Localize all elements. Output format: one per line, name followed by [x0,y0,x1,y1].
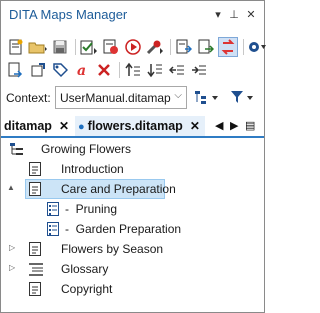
context-select[interactable]: UserManual.ditamap ⌵ [55,86,187,109]
title-bar: DITA Maps Manager ▾ ⊥ ✕ [1,1,264,28]
filter-icon[interactable] [229,87,257,107]
modified-indicator-icon: ● [78,121,85,133]
task-icon [47,202,61,216]
tree-item-label: Introduction [61,162,124,176]
configure-icon[interactable] [145,37,165,57]
panel-title: DITA Maps Manager [9,7,128,22]
context-value: UserManual.ditamap [60,91,171,105]
tab-flowers-ditamap[interactable]: ● flowers.ditamap ✕ [75,116,205,136]
topic-icon [29,242,43,256]
tree-item-label: Flowers by Season [61,242,164,256]
settings-icon[interactable] [247,37,267,57]
demote-icon[interactable] [189,60,209,80]
validate-icon[interactable] [79,37,99,57]
topic-icon [29,282,43,296]
tab-scroll-right-icon[interactable]: ▶ [230,119,238,132]
tree-item-label: Glossary [61,262,109,276]
tree-item-introduction[interactable]: Introduction [1,159,264,179]
conref-icon[interactable]: a [72,60,92,80]
pin-icon[interactable]: ⊥ [227,7,241,21]
run-icon[interactable] [123,37,143,57]
map-tabs: ditamap ✕ ● flowers.ditamap ✕ [1,116,264,138]
sync-icon[interactable] [218,37,238,57]
toolbar-separator [75,39,76,55]
tab-ditamap[interactable]: ditamap ✕ [4,116,74,136]
tree-item-glossary[interactable]: ▷ Glossary [1,259,264,279]
tree-item-label: - Pruning [65,202,118,216]
toolbar-row-1 [6,36,269,58]
tree-item-pruning[interactable]: - Pruning [1,199,264,219]
tree-item-label: Copyright [61,282,113,296]
tree-item-care-and-preparation[interactable]: ▲ Care and Preparation [1,179,264,199]
chevron-down-icon: ⌵ [174,90,182,101]
toolbar-separator [170,39,171,55]
toolbar-separator [243,39,244,55]
save-icon[interactable] [50,37,70,57]
new-map-icon[interactable] [6,37,26,57]
tree-item-label: Growing Flowers [41,142,132,156]
move-up-icon[interactable] [123,60,143,80]
tab-list-icon[interactable]: ▤ [245,119,255,132]
open-reference-icon[interactable] [174,37,194,57]
link-icon[interactable] [196,37,216,57]
panel-menu-icon[interactable]: ▾ [211,7,225,21]
tree-item-garden-preparation[interactable]: - Garden Preparation [1,219,264,239]
close-tab-icon[interactable]: ✕ [59,119,69,133]
tag-icon[interactable] [50,60,70,80]
close-icon[interactable]: ✕ [244,7,258,21]
toolbar-row-2: a [6,59,211,81]
delete-icon[interactable] [94,60,114,80]
tree-item-copyright[interactable]: Copyright [1,279,264,299]
toolbar-separator [119,62,120,78]
transform-icon[interactable] [101,37,121,57]
close-tab-icon[interactable]: ✕ [190,119,200,133]
insert-topic-icon[interactable] [6,60,26,80]
topic-icon [29,182,43,196]
tab-scroll-left-icon[interactable]: ◀ [215,119,223,132]
context-label: Context: [6,91,51,105]
collapse-icon[interactable]: ▲ [7,184,15,192]
move-down-icon[interactable] [145,60,165,80]
edit-properties-icon[interactable] [28,60,48,80]
tree-item-flowers-by-season[interactable]: ▷ Flowers by Season [1,239,264,259]
tree-item-label: - Garden Preparation [65,222,182,236]
tree-view-options-icon[interactable] [193,87,221,107]
expand-icon[interactable]: ▷ [9,244,17,252]
map-icon [10,142,24,156]
svg-text:a: a [77,63,86,78]
promote-icon[interactable] [167,60,187,80]
open-folder-icon[interactable] [28,37,48,57]
glossary-icon [29,262,43,276]
tab-label: flowers.ditamap [87,119,183,133]
tree-item-label: Care and Preparation [61,182,176,196]
topic-icon [29,162,43,176]
expand-icon[interactable]: ▷ [9,264,17,272]
task-icon [47,222,61,236]
tab-label: ditamap [4,119,52,133]
tree-item-growing-flowers[interactable]: Growing Flowers [1,139,264,159]
dita-maps-manager-panel: DITA Maps Manager ▾ ⊥ ✕ a Context: UserM… [0,0,266,313]
